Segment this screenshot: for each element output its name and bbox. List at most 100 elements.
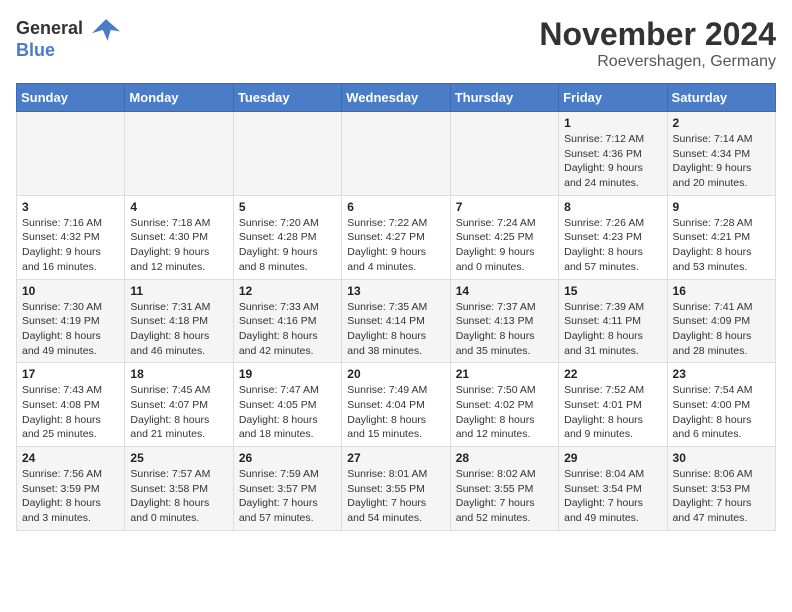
calendar-cell: 27 Sunrise: 8:01 AM Sunset: 3:55 PM Dayli… xyxy=(342,447,450,531)
column-header-friday: Friday xyxy=(559,84,667,112)
calendar-cell: 10 Sunrise: 7:30 AM Sunset: 4:19 PM Dayli… xyxy=(17,279,125,363)
day-info: Sunrise: 7:49 AM Sunset: 4:04 PM Dayligh… xyxy=(347,383,444,442)
logo-bird-icon xyxy=(92,16,120,44)
day-info: Sunrise: 7:52 AM Sunset: 4:01 PM Dayligh… xyxy=(564,383,661,442)
column-header-monday: Monday xyxy=(125,84,233,112)
calendar-cell xyxy=(342,112,450,196)
day-info: Sunrise: 7:22 AM Sunset: 4:27 PM Dayligh… xyxy=(347,216,444,275)
calendar-cell: 7 Sunrise: 7:24 AM Sunset: 4:25 PM Daylig… xyxy=(450,195,558,279)
calendar-cell: 23 Sunrise: 7:54 AM Sunset: 4:00 PM Dayli… xyxy=(667,363,775,447)
day-info: Sunrise: 7:54 AM Sunset: 4:00 PM Dayligh… xyxy=(673,383,770,442)
day-info: Sunrise: 7:33 AM Sunset: 4:16 PM Dayligh… xyxy=(239,300,336,359)
calendar-cell: 25 Sunrise: 7:57 AM Sunset: 3:58 PM Dayli… xyxy=(125,447,233,531)
day-info: Sunrise: 7:37 AM Sunset: 4:13 PM Dayligh… xyxy=(456,300,553,359)
day-number: 2 xyxy=(673,116,770,130)
day-info: Sunrise: 7:24 AM Sunset: 4:25 PM Dayligh… xyxy=(456,216,553,275)
calendar-cell: 8 Sunrise: 7:26 AM Sunset: 4:23 PM Daylig… xyxy=(559,195,667,279)
day-number: 5 xyxy=(239,200,336,214)
day-number: 6 xyxy=(347,200,444,214)
day-info: Sunrise: 8:02 AM Sunset: 3:55 PM Dayligh… xyxy=(456,467,553,526)
day-number: 9 xyxy=(673,200,770,214)
logo-general: General xyxy=(16,18,83,38)
day-number: 1 xyxy=(564,116,661,130)
page-header: General Blue November 2024 Roevershagen,… xyxy=(16,16,776,71)
calendar-cell: 22 Sunrise: 7:52 AM Sunset: 4:01 PM Dayli… xyxy=(559,363,667,447)
day-number: 28 xyxy=(456,451,553,465)
calendar-cell: 21 Sunrise: 7:50 AM Sunset: 4:02 PM Dayli… xyxy=(450,363,558,447)
day-number: 29 xyxy=(564,451,661,465)
day-number: 8 xyxy=(564,200,661,214)
week-row-3: 10 Sunrise: 7:30 AM Sunset: 4:19 PM Dayli… xyxy=(17,279,776,363)
calendar-cell: 30 Sunrise: 8:06 AM Sunset: 3:53 PM Dayli… xyxy=(667,447,775,531)
calendar-cell: 4Sunrise: 7:18 AM Sunset: 4:30 PM Daylig… xyxy=(125,195,233,279)
day-number: 4 xyxy=(130,200,227,214)
day-info: Sunrise: 7:39 AM Sunset: 4:11 PM Dayligh… xyxy=(564,300,661,359)
day-number: 25 xyxy=(130,451,227,465)
day-info: Sunrise: 7:43 AM Sunset: 4:08 PM Dayligh… xyxy=(22,383,119,442)
day-number: 14 xyxy=(456,284,553,298)
week-row-4: 17 Sunrise: 7:43 AM Sunset: 4:08 PM Dayli… xyxy=(17,363,776,447)
month-title: November 2024 xyxy=(539,16,776,53)
day-info: Sunrise: 8:06 AM Sunset: 3:53 PM Dayligh… xyxy=(673,467,770,526)
day-number: 23 xyxy=(673,367,770,381)
day-info: Sunrise: 7:14 AM Sunset: 4:34 PM Dayligh… xyxy=(673,132,770,191)
day-info: Sunrise: 7:12 AM Sunset: 4:36 PM Dayligh… xyxy=(564,132,661,191)
calendar-cell: 1 Sunrise: 7:12 AM Sunset: 4:36 PM Daylig… xyxy=(559,112,667,196)
logo: General Blue xyxy=(16,16,120,61)
calendar-cell xyxy=(233,112,341,196)
day-info: Sunrise: 7:28 AM Sunset: 4:21 PM Dayligh… xyxy=(673,216,770,275)
week-row-2: 3 Sunrise: 7:16 AM Sunset: 4:32 PM Daylig… xyxy=(17,195,776,279)
calendar-cell: 6 Sunrise: 7:22 AM Sunset: 4:27 PM Daylig… xyxy=(342,195,450,279)
calendar-cell: 14 Sunrise: 7:37 AM Sunset: 4:13 PM Dayli… xyxy=(450,279,558,363)
calendar-cell: 24Sunrise: 7:56 AM Sunset: 3:59 PM Dayli… xyxy=(17,447,125,531)
day-number: 13 xyxy=(347,284,444,298)
day-info: Sunrise: 7:16 AM Sunset: 4:32 PM Dayligh… xyxy=(22,216,119,275)
column-header-thursday: Thursday xyxy=(450,84,558,112)
day-number: 30 xyxy=(673,451,770,465)
calendar-cell: 11Sunrise: 7:31 AM Sunset: 4:18 PM Dayli… xyxy=(125,279,233,363)
calendar-cell: 28 Sunrise: 8:02 AM Sunset: 3:55 PM Dayli… xyxy=(450,447,558,531)
day-number: 3 xyxy=(22,200,119,214)
day-info: Sunrise: 7:26 AM Sunset: 4:23 PM Dayligh… xyxy=(564,216,661,275)
calendar-cell xyxy=(125,112,233,196)
calendar-cell: 17 Sunrise: 7:43 AM Sunset: 4:08 PM Dayli… xyxy=(17,363,125,447)
day-number: 7 xyxy=(456,200,553,214)
day-number: 19 xyxy=(239,367,336,381)
title-block: November 2024 Roevershagen, Germany xyxy=(539,16,776,71)
day-number: 15 xyxy=(564,284,661,298)
day-number: 10 xyxy=(22,284,119,298)
week-row-1: 1 Sunrise: 7:12 AM Sunset: 4:36 PM Daylig… xyxy=(17,112,776,196)
day-info: Sunrise: 8:01 AM Sunset: 3:55 PM Dayligh… xyxy=(347,467,444,526)
day-number: 21 xyxy=(456,367,553,381)
day-number: 20 xyxy=(347,367,444,381)
day-info: Sunrise: 8:04 AM Sunset: 3:54 PM Dayligh… xyxy=(564,467,661,526)
day-info: Sunrise: 7:47 AM Sunset: 4:05 PM Dayligh… xyxy=(239,383,336,442)
day-number: 12 xyxy=(239,284,336,298)
column-header-wednesday: Wednesday xyxy=(342,84,450,112)
day-info: Sunrise: 7:56 AM Sunset: 3:59 PM Dayligh… xyxy=(22,467,119,526)
calendar-cell: 26Sunrise: 7:59 AM Sunset: 3:57 PM Dayli… xyxy=(233,447,341,531)
day-number: 22 xyxy=(564,367,661,381)
day-number: 18 xyxy=(130,367,227,381)
column-header-tuesday: Tuesday xyxy=(233,84,341,112)
calendar-table: SundayMondayTuesdayWednesdayThursdayFrid… xyxy=(16,83,776,531)
calendar-cell: 9 Sunrise: 7:28 AM Sunset: 4:21 PM Daylig… xyxy=(667,195,775,279)
day-info: Sunrise: 7:31 AM Sunset: 4:18 PM Dayligh… xyxy=(130,300,227,359)
calendar-cell: 18Sunrise: 7:45 AM Sunset: 4:07 PM Dayli… xyxy=(125,363,233,447)
day-info: Sunrise: 7:30 AM Sunset: 4:19 PM Dayligh… xyxy=(22,300,119,359)
calendar-cell: 16Sunrise: 7:41 AM Sunset: 4:09 PM Dayli… xyxy=(667,279,775,363)
week-row-5: 24Sunrise: 7:56 AM Sunset: 3:59 PM Dayli… xyxy=(17,447,776,531)
day-number: 27 xyxy=(347,451,444,465)
day-number: 17 xyxy=(22,367,119,381)
calendar-cell: 20 Sunrise: 7:49 AM Sunset: 4:04 PM Dayli… xyxy=(342,363,450,447)
day-info: Sunrise: 7:50 AM Sunset: 4:02 PM Dayligh… xyxy=(456,383,553,442)
calendar-cell xyxy=(17,112,125,196)
calendar-cell: 12 Sunrise: 7:33 AM Sunset: 4:16 PM Dayli… xyxy=(233,279,341,363)
calendar-cell: 19 Sunrise: 7:47 AM Sunset: 4:05 PM Dayli… xyxy=(233,363,341,447)
column-header-saturday: Saturday xyxy=(667,84,775,112)
day-info: Sunrise: 7:57 AM Sunset: 3:58 PM Dayligh… xyxy=(130,467,227,526)
location-title: Roevershagen, Germany xyxy=(539,53,776,71)
calendar-cell: 13Sunrise: 7:35 AM Sunset: 4:14 PM Dayli… xyxy=(342,279,450,363)
calendar-cell: 29 Sunrise: 8:04 AM Sunset: 3:54 PM Dayli… xyxy=(559,447,667,531)
day-info: Sunrise: 7:20 AM Sunset: 4:28 PM Dayligh… xyxy=(239,216,336,275)
